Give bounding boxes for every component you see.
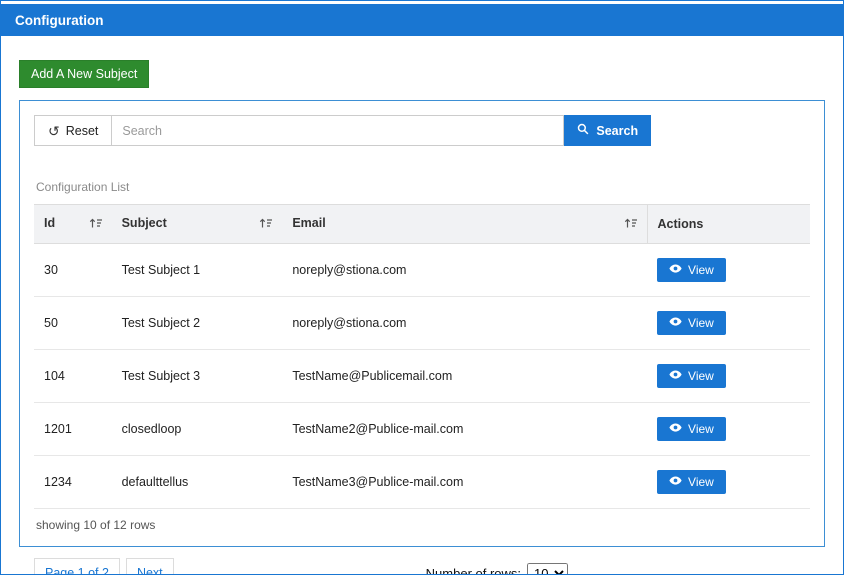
cell-subject: Test Subject 3	[111, 349, 283, 403]
table-header-row: Id Subject Email Actions	[34, 204, 810, 244]
view-button[interactable]: View	[657, 258, 726, 282]
cell-email: TestName3@Publice-mail.com	[282, 455, 648, 509]
configuration-panel: ↺ Reset Search Configuration List	[19, 100, 825, 574]
search-button-label: Search	[596, 123, 639, 138]
table-row: 30 Test Subject 1 noreply@stiona.com Vie	[34, 243, 810, 297]
page: Configuration Add A New Subject ↺ Reset …	[0, 0, 844, 575]
table-row: 50 Test Subject 2 noreply@stiona.com Vie	[34, 296, 810, 350]
cell-id: 1234	[34, 455, 112, 509]
configuration-table: Id Subject Email Actions 30 Test Subject…	[34, 204, 810, 509]
cell-id: 30	[34, 243, 112, 297]
reset-button[interactable]: ↺ Reset	[34, 115, 113, 146]
panel-footer: Page 1 of 2 Next Number of rows: 10	[34, 558, 810, 575]
rows-per-page-select[interactable]: 10	[527, 562, 569, 574]
cell-email: noreply@stiona.com	[282, 243, 648, 297]
add-new-subject-button[interactable]: Add A New Subject	[19, 60, 150, 88]
search-button[interactable]: Search	[564, 115, 652, 146]
cell-subject: Test Subject 2	[111, 296, 283, 350]
table-row: 104 Test Subject 3 TestName@Publicemail.…	[34, 349, 810, 403]
reset-icon: ↺	[48, 122, 60, 139]
cell-id: 1201	[34, 402, 112, 456]
app-header: Configuration	[1, 4, 843, 36]
eye-icon	[669, 263, 682, 277]
rows-per-page-label: Number of rows:	[425, 565, 522, 575]
eye-icon	[669, 475, 682, 489]
eye-icon	[669, 422, 682, 436]
column-header-actions: Actions	[646, 204, 810, 244]
cell-id: 104	[34, 349, 112, 403]
reset-button-label: Reset	[65, 123, 99, 138]
table-row: 1201 closedloop TestName2@Publice-mail.c…	[34, 402, 810, 456]
sort-icon[interactable]	[624, 217, 637, 232]
view-button-label: View	[688, 369, 714, 383]
search-bar: ↺ Reset Search	[34, 115, 810, 146]
view-button[interactable]: View	[657, 470, 726, 494]
eye-icon	[669, 369, 682, 383]
view-button-label: View	[688, 475, 714, 489]
view-button-label: View	[688, 316, 714, 330]
column-header-id[interactable]: Id	[34, 204, 112, 244]
cell-subject: Test Subject 1	[111, 243, 283, 297]
view-button[interactable]: View	[657, 417, 726, 441]
sort-icon[interactable]	[259, 217, 273, 232]
cell-subject: closedloop	[111, 402, 283, 456]
view-button[interactable]: View	[657, 364, 726, 388]
cell-id: 50	[34, 296, 112, 350]
eye-icon	[669, 316, 682, 330]
table-row: 1234 defaulttellus TestName3@Publice-mai…	[34, 455, 810, 509]
page-indicator-button[interactable]: Page 1 of 2	[34, 558, 120, 574]
view-button-label: View	[688, 263, 714, 277]
column-header-email[interactable]: Email	[282, 204, 648, 244]
next-page-button[interactable]: Next	[125, 558, 174, 574]
list-caption: Configuration List	[36, 180, 130, 194]
view-button[interactable]: View	[657, 311, 726, 335]
view-button-label: View	[688, 422, 714, 436]
cell-subject: defaulttellus	[111, 455, 283, 509]
cell-email: TestName2@Publice-mail.com	[282, 402, 648, 456]
search-input[interactable]	[112, 115, 565, 146]
cell-email: noreply@stiona.com	[282, 296, 648, 350]
sort-icon[interactable]	[89, 217, 102, 232]
search-icon	[577, 123, 589, 138]
row-count-summary: showing 10 of 12 rows	[36, 518, 156, 532]
page-title: Configuration	[15, 12, 104, 28]
rows-per-page-group: Number of rows: 10	[425, 562, 569, 575]
cell-email: TestName@Publicemail.com	[282, 349, 648, 403]
column-header-subject[interactable]: Subject	[111, 204, 283, 244]
